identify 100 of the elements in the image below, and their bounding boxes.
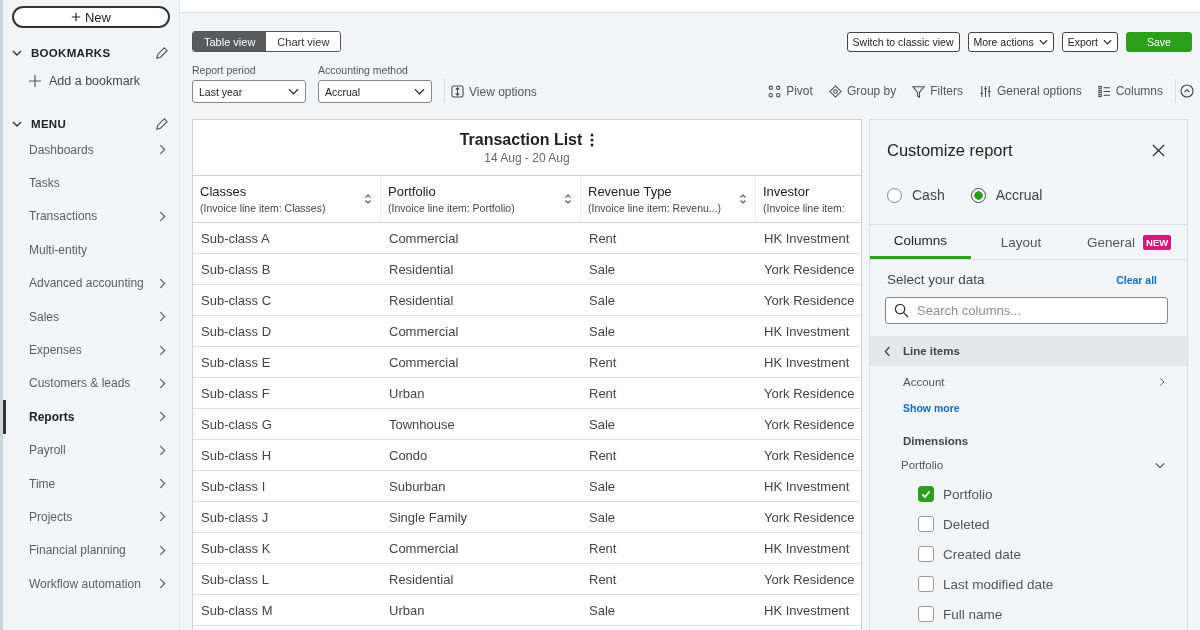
menu-item[interactable]: Customers & leads — [3, 366, 171, 401]
field-label: Accounting method — [318, 64, 409, 76]
checkbox-option[interactable]: Full name — [918, 599, 1003, 629]
checkmark-icon — [920, 488, 932, 500]
table-cell: Sale — [589, 416, 616, 432]
menu-item[interactable]: Dashboards — [3, 133, 171, 167]
report-title: Transaction List — [459, 131, 583, 149]
section-header[interactable]: Line items — [870, 336, 1187, 366]
menu-item[interactable]: Tasks — [3, 166, 171, 200]
table-cell: Commercial — [389, 540, 459, 556]
table-cell: York Residence — [764, 447, 855, 463]
table-cell: Sub-class M — [201, 602, 273, 618]
menu-item[interactable]: Multi-entity — [3, 233, 171, 267]
table-cell: Sub-class E — [201, 354, 271, 370]
table-cell: Commercial — [389, 354, 459, 370]
checkbox-option[interactable]: Last modified date — [918, 569, 1054, 599]
section-title: BOOKMARKS — [31, 47, 112, 59]
dropdown-field[interactable]: Last year — [192, 80, 306, 103]
radio-option[interactable]: Cash — [887, 186, 945, 204]
menu-item[interactable]: Transactions — [3, 199, 171, 234]
action-button[interactable]: More actions — [967, 31, 1054, 52]
table-cell: Single Family — [389, 509, 468, 525]
pencil-icon[interactable] — [154, 45, 169, 61]
search-field[interactable]: Search columns... — [885, 297, 1168, 324]
table-cell: Townhouse — [389, 416, 455, 432]
checkbox-option[interactable]: Deleted — [918, 509, 990, 539]
pencil-icon[interactable] — [154, 116, 169, 132]
table-cell: Sale — [589, 323, 616, 339]
menu-item[interactable]: Payroll — [3, 433, 171, 467]
menu-item[interactable]: Advanced accounting — [3, 266, 171, 300]
view-options-button[interactable]: View options — [451, 80, 537, 103]
menu-item[interactable]: Workflow automation — [3, 567, 171, 601]
table-cell: Sub-class J — [201, 509, 269, 525]
toolbar-button[interactable]: Filters — [912, 79, 963, 103]
list-item[interactable]: Account — [870, 366, 1187, 388]
table-cell: Rent — [589, 571, 617, 587]
table-cell: Condo — [389, 447, 428, 463]
menu-item[interactable]: Financial planning — [3, 533, 171, 568]
table-cell: Sale — [589, 509, 616, 525]
table-cell: Sub-class B — [201, 261, 271, 277]
table-cell: York Residence — [764, 416, 855, 432]
table-cell: Rent — [589, 230, 617, 246]
table-cell: Sale — [589, 602, 616, 618]
table-cell: Sub-class F — [201, 385, 270, 401]
show-more-link[interactable]: Show more — [903, 402, 960, 414]
table-cell: York Residence — [764, 509, 855, 525]
table-cell: Sub-class C — [201, 292, 272, 308]
add-bookmark-link[interactable]: Add a bookmark — [29, 74, 141, 88]
menu-item[interactable]: Projects — [3, 500, 171, 534]
table-cell: Sub-class K — [201, 540, 271, 556]
table-cell: HK Investment — [764, 540, 850, 556]
table-cell: Suburban — [389, 478, 446, 494]
toolbar-button[interactable]: Group by — [828, 79, 897, 103]
toolbar-button[interactable]: Columns — [1097, 79, 1163, 103]
radio-option[interactable]: Accrual — [970, 186, 1043, 204]
panel-tab[interactable]: Layout — [970, 225, 1072, 259]
caret-icon — [288, 88, 299, 95]
table-cell: Sale — [589, 478, 616, 494]
toolbar-button[interactable]: Pivot — [768, 79, 813, 103]
table-cell: York Residence — [764, 292, 855, 308]
action-button[interactable]: Switch to classic view — [846, 31, 960, 52]
panel-tab[interactable]: General NEW — [1071, 225, 1187, 259]
menu-item[interactable]: Reports — [3, 400, 171, 434]
checkbox-option[interactable]: Created date — [918, 539, 1022, 569]
table-cell: Sub-class A — [201, 230, 270, 246]
column-header[interactable]: Classes (Invoice line item: Classes) — [193, 176, 381, 223]
close-icon[interactable] — [1152, 144, 1165, 157]
menu-item[interactable]: Expenses — [3, 333, 171, 367]
column-header[interactable]: Investor (Invoice line item: — [756, 176, 861, 223]
column-header[interactable]: Revenue Type (Invoice line item: Revenu...) — [581, 176, 756, 223]
menu-item[interactable]: Sales — [3, 299, 171, 334]
caret-icon — [414, 88, 425, 95]
action-button[interactable]: Export — [1061, 31, 1118, 52]
more-icon[interactable] — [590, 133, 595, 147]
table-cell: Residential — [389, 292, 454, 308]
table-cell: Sale — [589, 261, 616, 277]
clear-all-link[interactable]: Clear all — [1116, 273, 1157, 286]
table-cell: HK Investment — [764, 230, 850, 246]
plus-icon — [71, 12, 81, 22]
table-cell: Urban — [389, 385, 425, 401]
column-header[interactable]: Portfolio (Invoice line item: Portfolio) — [381, 176, 581, 223]
group-header[interactable]: Portfolio — [870, 447, 1187, 471]
view-tab[interactable]: Chart view — [266, 32, 341, 51]
chevron-right-icon — [1159, 377, 1165, 387]
new-button[interactable]: New — [12, 6, 170, 28]
view-tab[interactable]: Table view — [193, 32, 267, 51]
group-icon — [828, 84, 842, 98]
table-cell: HK Investment — [764, 478, 850, 494]
field-label: Report period — [192, 64, 257, 76]
panel-tab[interactable]: Columns — [870, 225, 971, 259]
menu-item[interactable]: Time — [3, 466, 171, 501]
toolbar-button[interactable]: General options — [978, 79, 1082, 103]
table-cell: HK Investment — [764, 354, 850, 370]
table-cell: Sale — [589, 292, 616, 308]
checkbox-option[interactable]: Portfolio — [918, 479, 993, 509]
table-cell: Urban — [389, 602, 425, 618]
collapse-icon[interactable] — [1180, 84, 1194, 98]
dropdown-field[interactable]: Accrual — [318, 80, 432, 103]
table-cell: Sub-class L — [201, 571, 269, 587]
table-cell: Residential — [389, 571, 454, 587]
